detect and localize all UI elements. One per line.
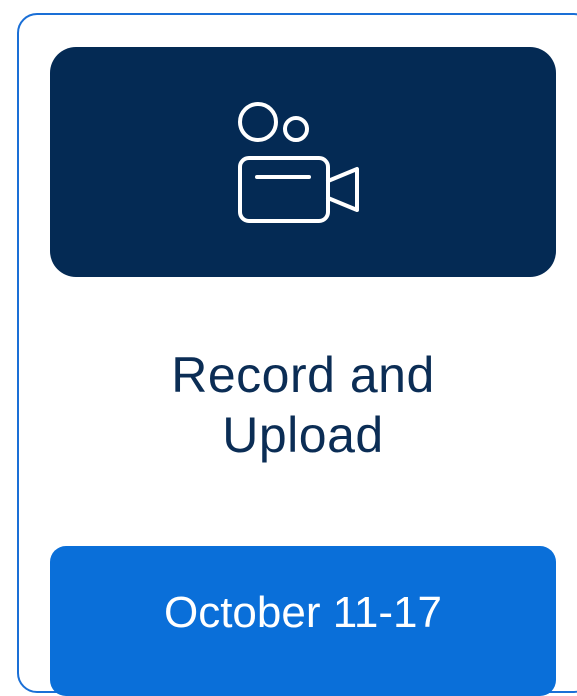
date-label: October 11-17 bbox=[163, 588, 442, 637]
video-camera-icon bbox=[238, 102, 359, 223]
title-line-1: Record and bbox=[171, 347, 435, 403]
icon-panel bbox=[50, 47, 556, 277]
title-line-2: Upload bbox=[222, 407, 384, 463]
date-button[interactable]: October 11-17 bbox=[50, 546, 556, 696]
record-upload-card[interactable]: Record and Upload October 11-17 bbox=[17, 13, 577, 696]
card-title: Record and Upload bbox=[50, 345, 556, 465]
